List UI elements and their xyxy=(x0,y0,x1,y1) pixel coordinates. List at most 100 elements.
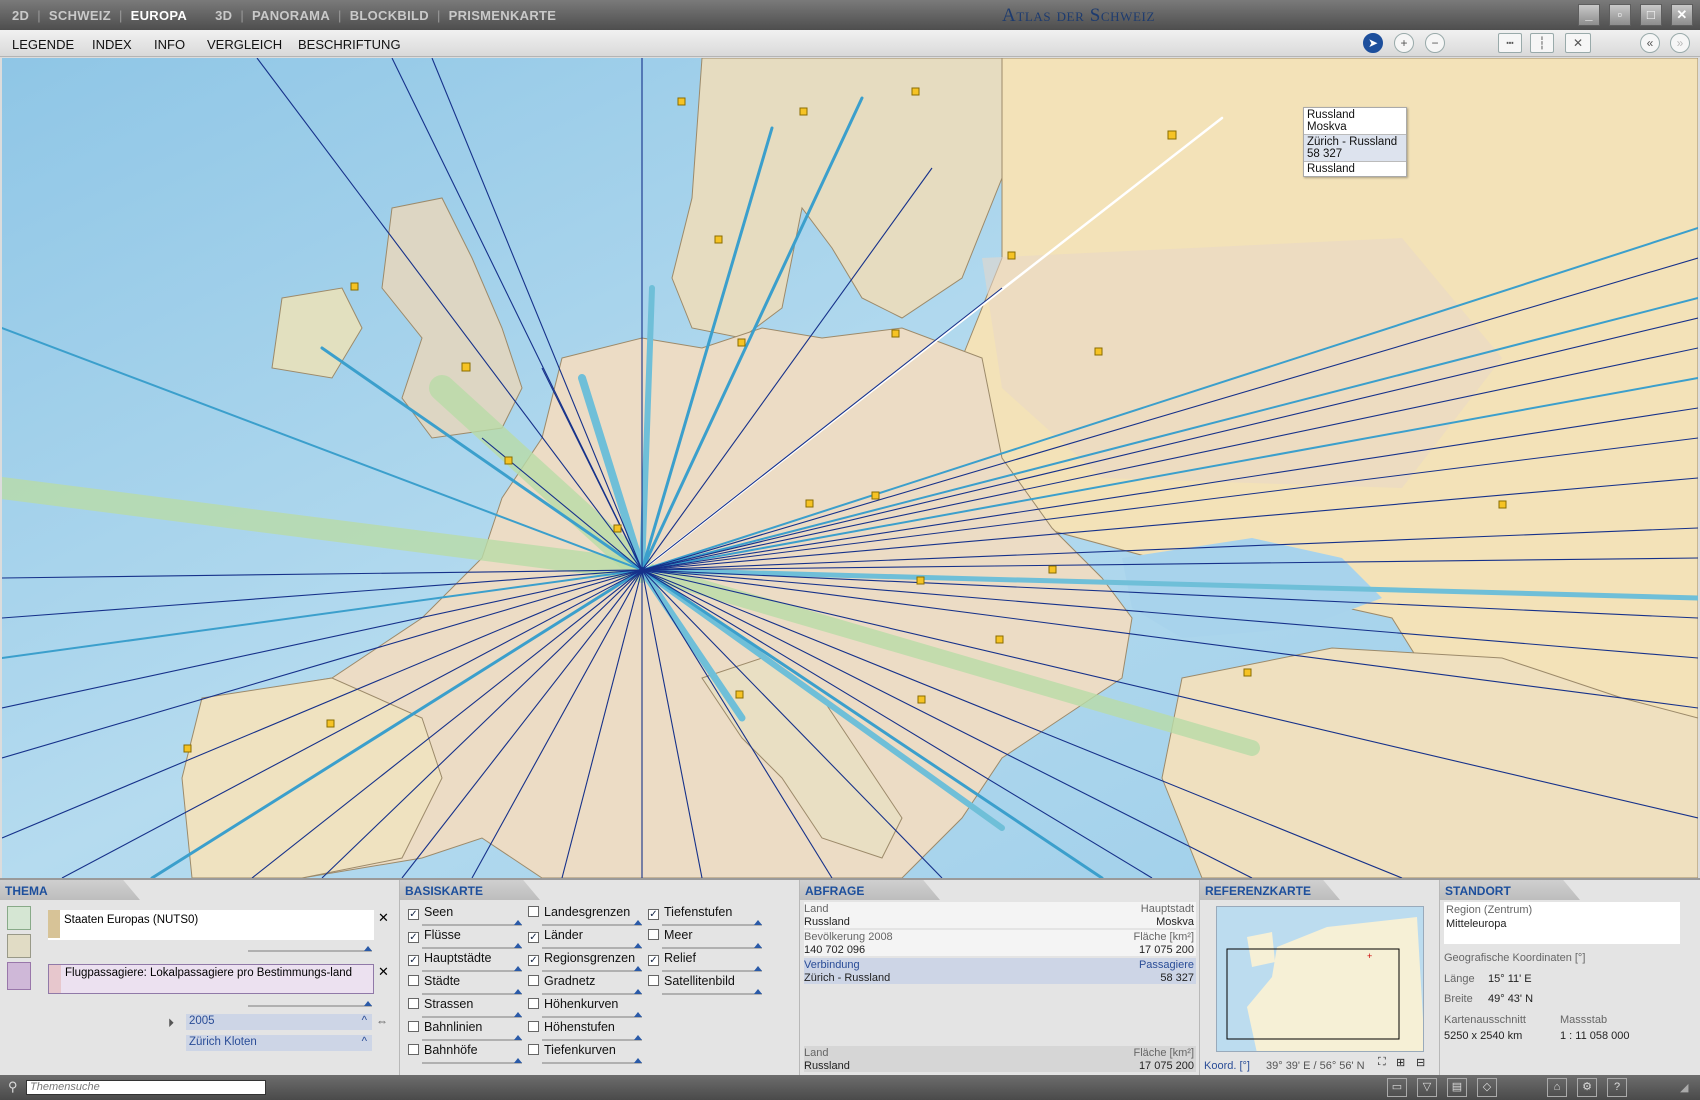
zoom-plus-icon[interactable]: ⊞ xyxy=(1396,1056,1405,1069)
checkbox[interactable]: ✓ xyxy=(648,955,659,966)
export-icon[interactable]: ◇ xyxy=(1477,1078,1497,1097)
checkbox[interactable]: ✓ xyxy=(528,932,539,943)
resize-grip-icon[interactable]: ◢ xyxy=(1680,1081,1688,1094)
checkbox[interactable]: ✓ xyxy=(408,932,419,943)
checkbox[interactable] xyxy=(408,1044,419,1055)
zoom-in-icon[interactable]: + xyxy=(1394,33,1414,53)
basiskarte-option[interactable]: ✓ Seen xyxy=(408,905,453,920)
option-opacity-slider[interactable] xyxy=(422,966,522,972)
option-opacity-slider[interactable] xyxy=(542,966,642,972)
thema-header[interactable]: THEMA xyxy=(0,880,140,900)
option-opacity-slider[interactable] xyxy=(662,943,762,949)
checkbox[interactable] xyxy=(528,1021,539,1032)
checkbox[interactable]: ✓ xyxy=(648,909,659,920)
nav-schweiz[interactable]: SCHWEIZ xyxy=(49,8,111,23)
nav-3d[interactable]: 3D xyxy=(215,8,232,23)
split-horizontal-icon[interactable]: ┅ xyxy=(1498,33,1522,53)
reference-map[interactable]: + xyxy=(1216,906,1424,1052)
option-opacity-slider[interactable] xyxy=(542,989,642,995)
checkbox[interactable] xyxy=(648,975,659,986)
checkbox[interactable] xyxy=(408,998,419,1009)
nav-2d[interactable]: 2D xyxy=(12,8,29,23)
option-opacity-slider[interactable] xyxy=(542,1035,642,1041)
minimize-button[interactable]: _ xyxy=(1578,4,1600,26)
settings-icon[interactable]: ⚙ xyxy=(1577,1078,1597,1097)
bookmark-icon[interactable]: ▽ xyxy=(1417,1078,1437,1097)
menu-legende[interactable]: LEGENDE xyxy=(12,37,74,52)
referenzkarte-header[interactable]: REFERENZKARTE xyxy=(1200,880,1340,900)
menu-index[interactable]: INDEX xyxy=(92,37,132,52)
window-mode-button[interactable]: ▫ xyxy=(1609,4,1631,26)
layer-1-opacity-slider[interactable] xyxy=(248,946,372,952)
checkbox[interactable]: ✓ xyxy=(408,909,419,920)
basiskarte-option[interactable]: ✓ Tiefenstufen xyxy=(648,905,732,920)
basiskarte-header[interactable]: BASISKARTE xyxy=(400,880,540,900)
option-opacity-slider[interactable] xyxy=(422,989,522,995)
tree-icon[interactable] xyxy=(7,906,31,930)
airport-select[interactable]: Zürich Kloten ^ xyxy=(186,1035,372,1051)
theme-search-input[interactable]: Themensuche xyxy=(26,1080,266,1095)
checkbox[interactable]: ✓ xyxy=(528,955,539,966)
close-icon[interactable]: ✕ xyxy=(378,964,389,980)
basiskarte-option[interactable]: ✓ Relief xyxy=(648,951,696,966)
option-opacity-slider[interactable] xyxy=(422,943,522,949)
expand-right-icon[interactable]: » xyxy=(1670,33,1690,53)
option-opacity-slider[interactable] xyxy=(542,920,642,926)
layer-2-box[interactable]: Flugpassagiere: Lokalpassagiere pro Best… xyxy=(48,964,374,994)
option-opacity-slider[interactable] xyxy=(542,1012,642,1018)
checkbox[interactable] xyxy=(408,975,419,986)
abfrage-header[interactable]: ABFRAGE xyxy=(800,880,940,900)
mobility-icon[interactable] xyxy=(7,962,31,990)
option-opacity-slider[interactable] xyxy=(542,1058,642,1064)
collapse-left-icon[interactable]: « xyxy=(1640,33,1660,53)
nav-prismenkarte[interactable]: PRISMENKARTE xyxy=(449,8,557,23)
option-opacity-slider[interactable] xyxy=(542,943,642,949)
basiskarte-option[interactable]: Meer xyxy=(648,928,692,942)
option-opacity-slider[interactable] xyxy=(422,1012,522,1018)
option-opacity-slider[interactable] xyxy=(662,989,762,995)
play-icon[interactable]: ⏵ xyxy=(168,1016,174,1031)
close-split-icon[interactable]: ✕ xyxy=(1565,33,1591,53)
map-canvas[interactable] xyxy=(2,58,1698,878)
checkbox[interactable] xyxy=(528,1044,539,1055)
help-icon[interactable]: ? xyxy=(1607,1078,1627,1097)
menu-vergleich[interactable]: VERGLEICH xyxy=(207,37,282,52)
basiskarte-option[interactable]: ✓ Flüsse xyxy=(408,928,461,943)
basiskarte-option[interactable]: Satellitenbild xyxy=(648,974,735,988)
checkbox[interactable] xyxy=(408,1021,419,1032)
basiskarte-option[interactable]: Landesgrenzen xyxy=(528,905,630,919)
basiskarte-option[interactable]: Städte xyxy=(408,974,460,988)
maximize-button[interactable]: □ xyxy=(1640,4,1662,26)
option-opacity-slider[interactable] xyxy=(662,966,762,972)
year-select[interactable]: 2005 ^ xyxy=(186,1014,372,1030)
option-opacity-slider[interactable] xyxy=(422,1058,522,1064)
basiskarte-option[interactable]: Höhenkurven xyxy=(528,997,618,1011)
folder-icon[interactable]: ▭ xyxy=(1387,1078,1407,1097)
basiskarte-option[interactable]: Bahnlinien xyxy=(408,1020,482,1034)
home-icon[interactable]: ⌂ xyxy=(1547,1078,1567,1097)
fit-icon[interactable]: ⛶ xyxy=(1378,1056,1386,1069)
standort-header[interactable]: STANDORT xyxy=(1440,880,1580,900)
basiskarte-option[interactable]: Bahnhöfe xyxy=(408,1043,478,1057)
nav-panorama[interactable]: PANORAMA xyxy=(252,8,330,23)
basiskarte-option[interactable]: ✓ Regionsgrenzen xyxy=(528,951,635,966)
europe-map[interactable] xyxy=(2,58,1698,878)
nav-europa[interactable]: EUROPA xyxy=(131,8,187,23)
checkbox[interactable] xyxy=(648,929,659,940)
menu-info[interactable]: INFO xyxy=(154,37,185,52)
nav-blockbild[interactable]: BLOCKBILD xyxy=(350,8,429,23)
layer-2-opacity-slider[interactable] xyxy=(248,1001,372,1007)
checkbox[interactable] xyxy=(528,998,539,1009)
option-opacity-slider[interactable] xyxy=(662,920,762,926)
close-button[interactable]: ✕ xyxy=(1671,4,1693,26)
close-icon[interactable]: ✕ xyxy=(378,910,389,926)
option-opacity-slider[interactable] xyxy=(422,1035,522,1041)
checkbox[interactable] xyxy=(528,975,539,986)
landuse-icon[interactable] xyxy=(7,934,31,958)
basiskarte-option[interactable]: Höhenstufen xyxy=(528,1020,615,1034)
basiskarte-option[interactable]: Strassen xyxy=(408,997,473,1011)
zoom-minus-icon[interactable]: ⊟ xyxy=(1416,1056,1425,1069)
checkbox[interactable] xyxy=(528,906,539,917)
checkbox[interactable]: ✓ xyxy=(408,955,419,966)
basiskarte-option[interactable]: ✓ Länder xyxy=(528,928,583,943)
